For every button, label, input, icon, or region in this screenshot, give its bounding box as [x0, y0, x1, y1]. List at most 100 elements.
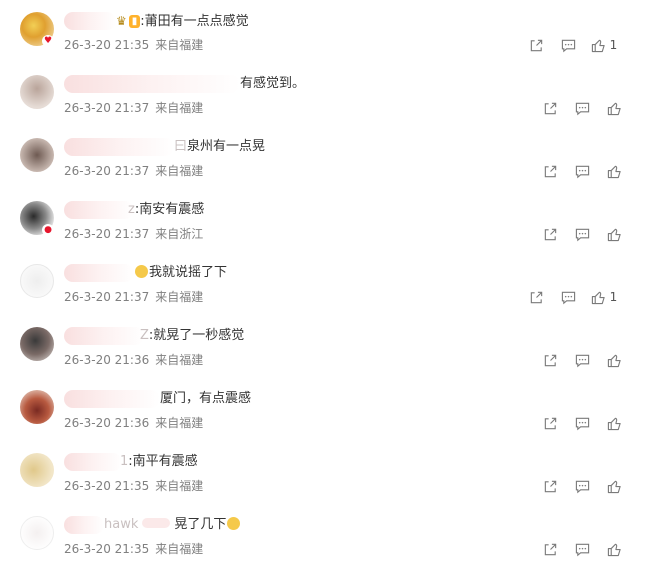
- share-icon: [544, 354, 556, 366]
- share-button[interactable]: [520, 288, 552, 306]
- like-button[interactable]: 1: [584, 36, 624, 54]
- blurred-username: [64, 201, 134, 219]
- comment-item: 我就说摇了下 26-3-20 21:37 来自福建 1: [0, 252, 645, 315]
- share-button[interactable]: [534, 540, 566, 558]
- like-icon: [607, 165, 621, 178]
- crown-icon: ♛: [116, 14, 127, 28]
- comment-text-row: ♛ ▮:莆田有一点点感觉: [116, 12, 249, 31]
- comment-icon: [575, 228, 589, 241]
- share-button[interactable]: [534, 414, 566, 432]
- reply-button[interactable]: [566, 225, 598, 243]
- comment-meta: 26-3-20 21:36 来自福建: [64, 414, 209, 432]
- comment-actions: 1: [520, 36, 624, 54]
- avatar[interactable]: [20, 327, 54, 361]
- share-button[interactable]: [534, 99, 566, 117]
- avatar[interactable]: [20, 264, 54, 298]
- comment-meta: 26-3-20 21:35 来自福建: [64, 540, 209, 558]
- comment-meta: 26-3-20 21:35 来自福建: [64, 477, 209, 495]
- comment-date: 26-3-20 21:35: [64, 38, 150, 52]
- blurred-username: [64, 12, 116, 30]
- reply-button[interactable]: [566, 162, 598, 180]
- comment-location: 来自福建: [155, 164, 204, 178]
- comment-item: 1:南平有震感 26-3-20 21:35 来自福建: [0, 441, 645, 504]
- comment-text: 晃了几下: [174, 517, 227, 532]
- comment-meta: 26-3-20 21:37 来自福建: [64, 288, 209, 306]
- blurred-username: [64, 516, 104, 534]
- comment-text: 泉州有一点晃: [187, 139, 266, 154]
- blurred-username: [64, 390, 160, 408]
- comment-date: 26-3-20 21:36: [64, 416, 150, 430]
- comment-actions: [534, 414, 630, 432]
- comment-date: 26-3-20 21:37: [64, 227, 150, 241]
- comment-text-row: z:南安有震感: [128, 201, 204, 219]
- share-button[interactable]: [534, 351, 566, 369]
- comment-icon: [561, 291, 575, 304]
- comment-icon: [575, 102, 589, 115]
- username-fragment: 曰: [174, 139, 188, 154]
- share-icon: [544, 543, 556, 555]
- avatar[interactable]: [20, 453, 54, 487]
- blurred-username: [64, 138, 174, 156]
- blurred-username: [64, 327, 144, 345]
- comment-text: :莆田有一点点感觉: [140, 14, 249, 29]
- like-count: 1: [609, 290, 618, 304]
- reply-button[interactable]: [566, 351, 598, 369]
- like-button[interactable]: [598, 414, 630, 432]
- vip-icon: ▮: [128, 15, 141, 28]
- comment-actions: [534, 351, 630, 369]
- comment-icon: [561, 39, 575, 52]
- share-button[interactable]: [520, 36, 552, 54]
- share-icon: [544, 417, 556, 429]
- comment-text-row: 厦门，有点震感: [160, 390, 251, 408]
- comment-text: 我就说摇了下: [149, 265, 228, 280]
- like-button[interactable]: [598, 225, 630, 243]
- reply-button[interactable]: [566, 414, 598, 432]
- comment-location: 来自福建: [155, 479, 204, 493]
- username-fragment: hawk: [104, 517, 139, 532]
- comment-date: 26-3-20 21:35: [64, 479, 150, 493]
- comment-text: 有感觉到。: [240, 76, 306, 91]
- share-button[interactable]: [534, 162, 566, 180]
- like-button[interactable]: [598, 351, 630, 369]
- emoji-icon: [135, 265, 148, 278]
- comment-location: 来自浙江: [155, 227, 204, 241]
- comment-date: 26-3-20 21:37: [64, 290, 150, 304]
- comment-item: Z:就晃了一秒感觉 26-3-20 21:36 来自福建: [0, 315, 645, 378]
- like-button[interactable]: [598, 162, 630, 180]
- blurred-username: [64, 264, 134, 282]
- avatar[interactable]: [20, 516, 54, 550]
- blurred-username: [64, 453, 122, 471]
- comment-text-row: 1:南平有震感: [120, 453, 198, 471]
- share-icon: [544, 165, 556, 177]
- share-button[interactable]: [534, 225, 566, 243]
- like-icon: [591, 291, 605, 304]
- comment-text: :就晃了一秒感觉: [148, 328, 245, 343]
- comment-item: ♥ ♛ ▮:莆田有一点点感觉 26-3-20 21:35 来自福建 1: [0, 0, 645, 63]
- avatar[interactable]: [20, 75, 54, 109]
- reply-button[interactable]: [566, 477, 598, 495]
- verified-badge-icon: ♥: [42, 35, 54, 47]
- comment-meta: 26-3-20 21:37 来自浙江: [64, 225, 209, 243]
- reply-button[interactable]: [566, 99, 598, 117]
- like-button[interactable]: 1: [584, 288, 624, 306]
- share-icon: [544, 102, 556, 114]
- share-button[interactable]: [534, 477, 566, 495]
- avatar[interactable]: [20, 138, 54, 172]
- reply-button[interactable]: [566, 540, 598, 558]
- comment-item: hawk 晃了几下 26-3-20 21:35 来自福建: [0, 504, 645, 567]
- share-icon: [544, 480, 556, 492]
- avatar[interactable]: [20, 390, 54, 424]
- blurred-username: [64, 75, 240, 93]
- share-icon: [530, 291, 542, 303]
- comment-actions: [534, 162, 630, 180]
- like-button[interactable]: [598, 540, 630, 558]
- like-button[interactable]: [598, 477, 630, 495]
- like-button[interactable]: [598, 99, 630, 117]
- reply-button[interactable]: [552, 36, 584, 54]
- comment-meta: 26-3-20 21:37 来自福建: [64, 99, 209, 117]
- like-icon: [607, 417, 621, 430]
- comment-item: 曰泉州有一点晃 26-3-20 21:37 来自福建: [0, 126, 645, 189]
- comment-actions: [534, 99, 630, 117]
- reply-button[interactable]: [552, 288, 584, 306]
- comment-icon: [575, 354, 589, 367]
